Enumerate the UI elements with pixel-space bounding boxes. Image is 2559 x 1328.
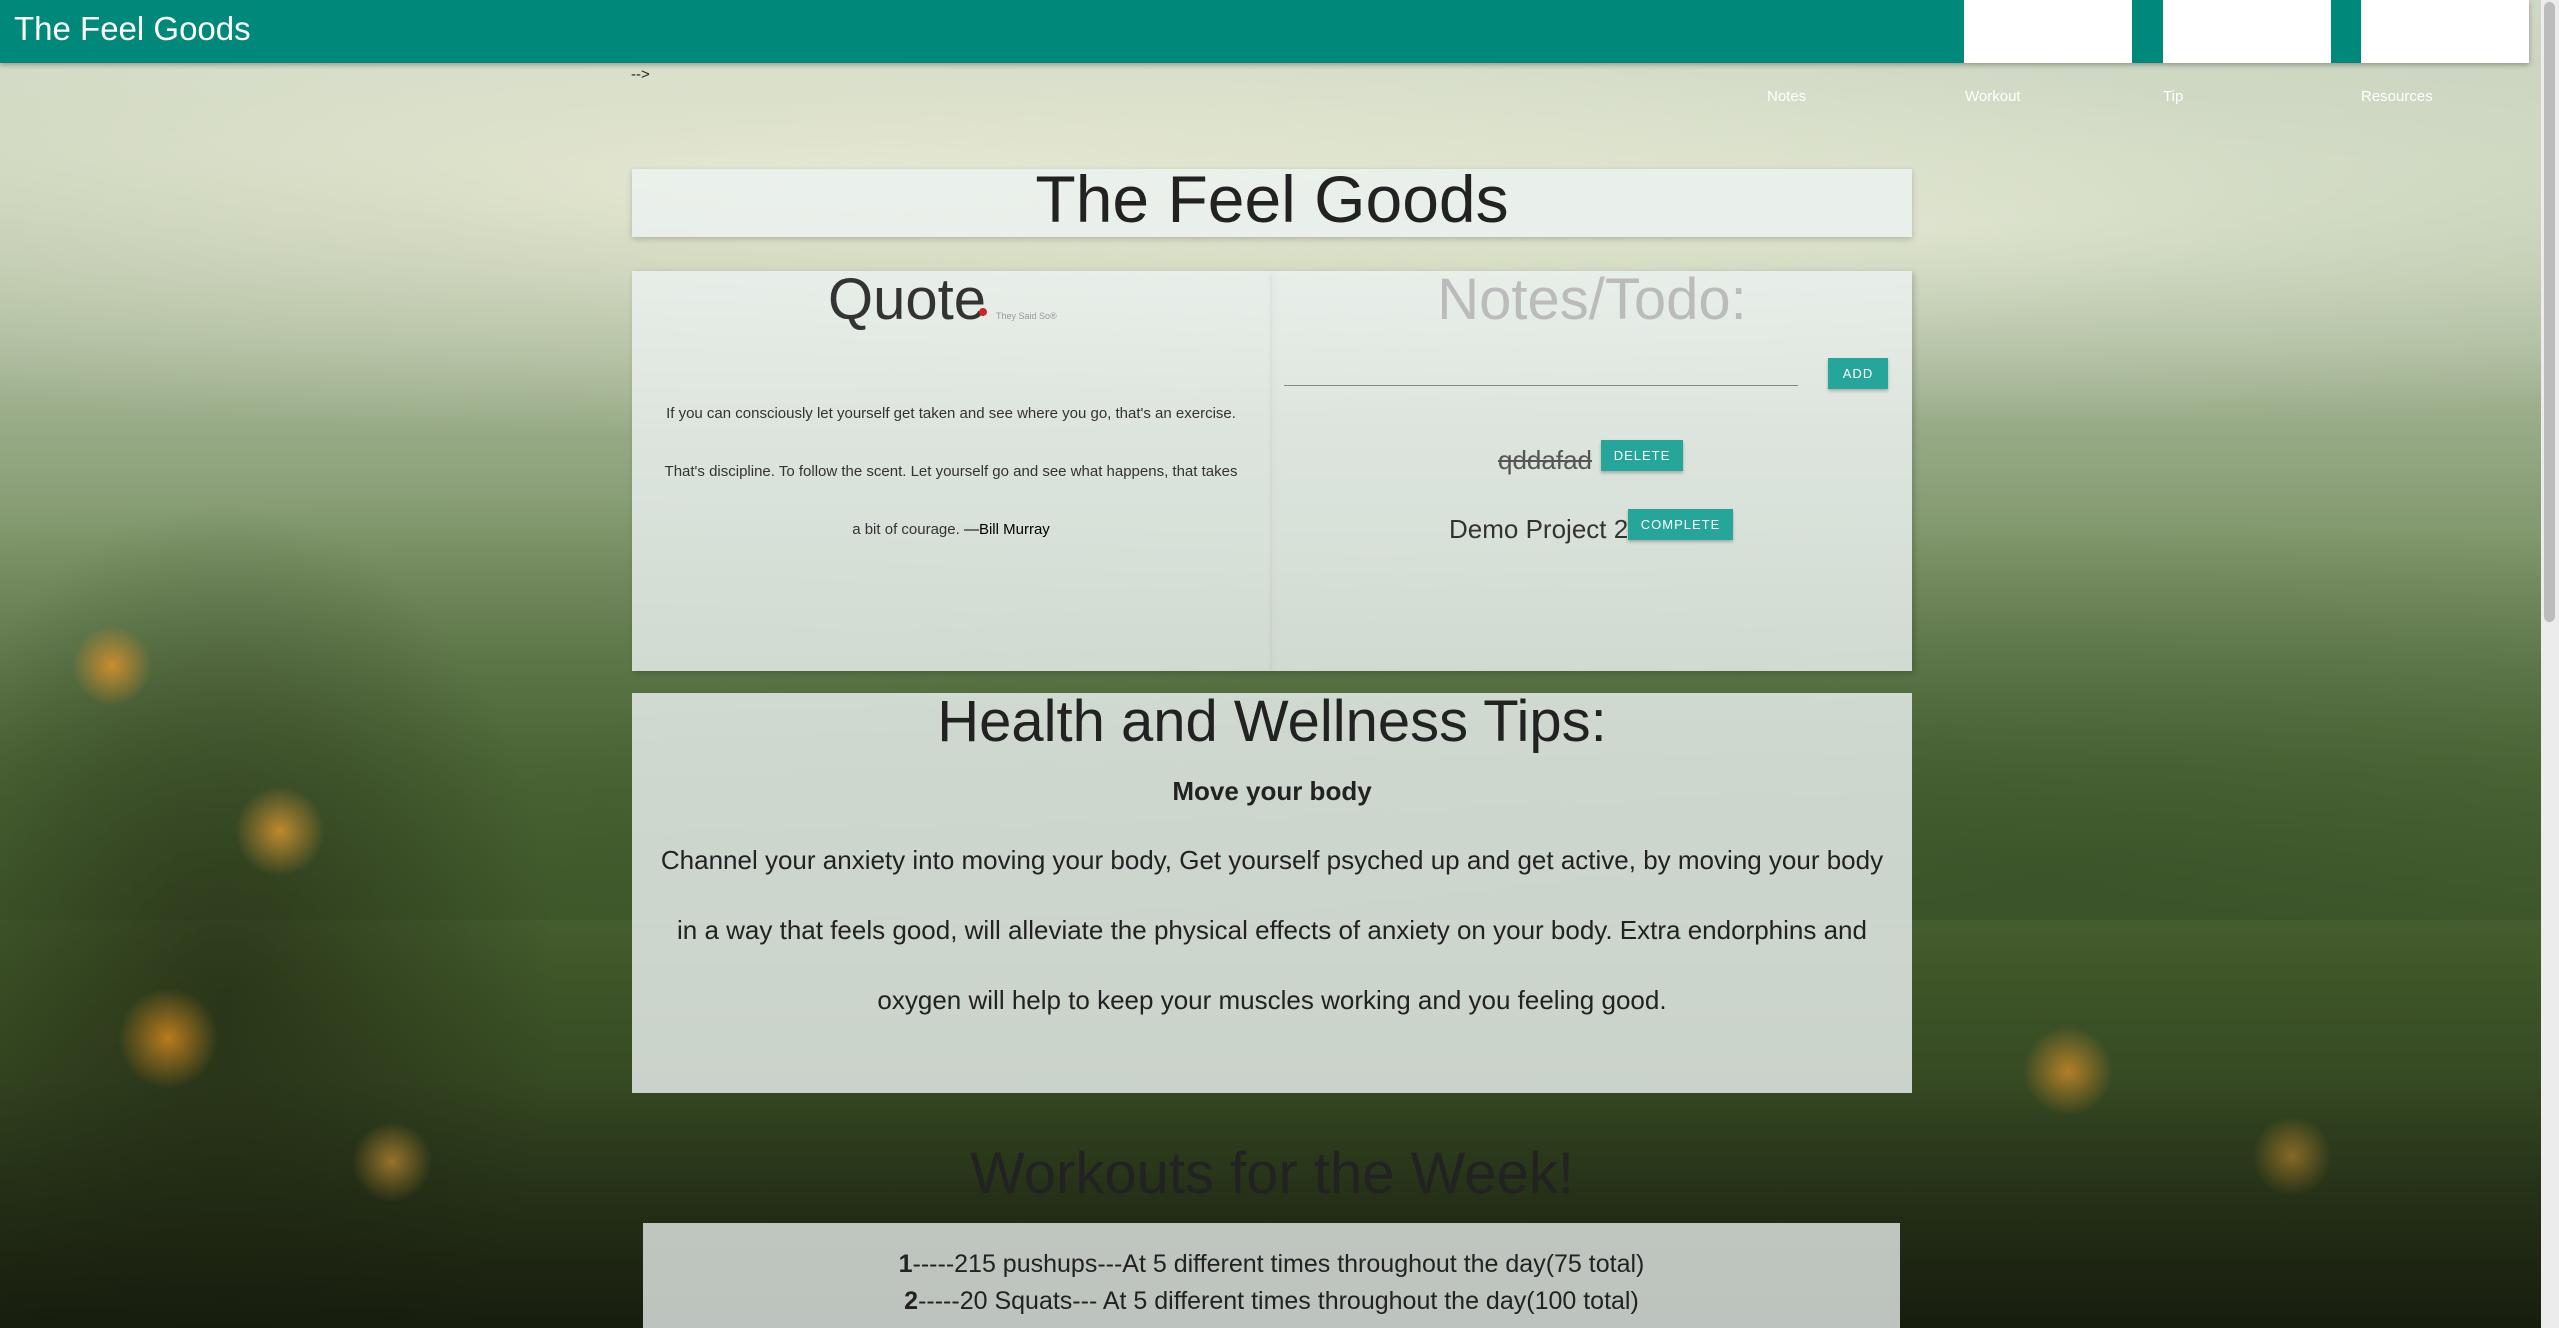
health-heading: Health and Wellness Tips: bbox=[937, 689, 1607, 754]
brand-logo[interactable]: The Feel Goods bbox=[14, 10, 251, 48]
workout-item: 2-----20 Squats--- At 5 different times … bbox=[643, 1287, 1900, 1316]
stray-comment-text: --> bbox=[631, 66, 650, 83]
workout-item: 1-----215 pushups---At 5 different times… bbox=[643, 1250, 1900, 1279]
workout-item-number: 1 bbox=[898, 1250, 913, 1278]
background-flowers-left bbox=[0, 500, 560, 1328]
nav-link-notes[interactable]: Notes bbox=[1767, 88, 1806, 105]
notes-heading: Notes/Todo: bbox=[1437, 267, 1747, 332]
hero-panel: The Feel Goods bbox=[632, 165, 1912, 237]
todo-item-completed: qddafad bbox=[1498, 445, 1592, 475]
workout-item-text: -----215 pushups---At 5 different times … bbox=[912, 1250, 1645, 1278]
health-subheading: Move your body bbox=[1172, 776, 1372, 806]
notes-input[interactable] bbox=[1284, 355, 1798, 386]
background-flowers-right bbox=[1900, 900, 2460, 1328]
health-tip-text: Channel your anxiety into moving your bo… bbox=[660, 845, 1884, 1015]
nav-link-tip[interactable]: Tip bbox=[2163, 88, 2183, 105]
delete-todo-button[interactable]: DELETE bbox=[1601, 440, 1683, 471]
nav-link-workout[interactable]: Workout bbox=[1965, 88, 2021, 105]
quote-credit-link[interactable]: They Said So® bbox=[996, 311, 1057, 321]
page-title: The Feel Goods bbox=[1035, 165, 1509, 236]
top-navbar: The Feel Goods bbox=[0, 0, 2529, 63]
workout-item-text: -----20 Squats--- At 5 different times t… bbox=[918, 1287, 1639, 1315]
add-note-button[interactable]: ADD bbox=[1828, 358, 1888, 389]
quote-heading: Quote bbox=[828, 267, 986, 332]
todo-item-pending: Demo Project 2 bbox=[1449, 514, 1629, 544]
workouts-heading: Workouts for the Week! bbox=[970, 1141, 1574, 1206]
workout-item-number: 2 bbox=[904, 1287, 919, 1315]
quote-text: If you can consciously let yourself get … bbox=[664, 405, 1238, 538]
scrollbar-thumb[interactable] bbox=[2544, 2, 2555, 622]
quote-author: —Bill Murray bbox=[963, 521, 1050, 538]
nav-button-workout[interactable] bbox=[2163, 0, 2331, 63]
complete-todo-button[interactable]: COMPLETE bbox=[1628, 509, 1733, 540]
quote-body: If you can consciously let yourself get … bbox=[660, 385, 1242, 559]
nav-button-notes[interactable] bbox=[1964, 0, 2132, 63]
nav-link-resources[interactable]: Resources bbox=[2361, 88, 2433, 105]
nav-button-tip[interactable] bbox=[2361, 0, 2529, 63]
